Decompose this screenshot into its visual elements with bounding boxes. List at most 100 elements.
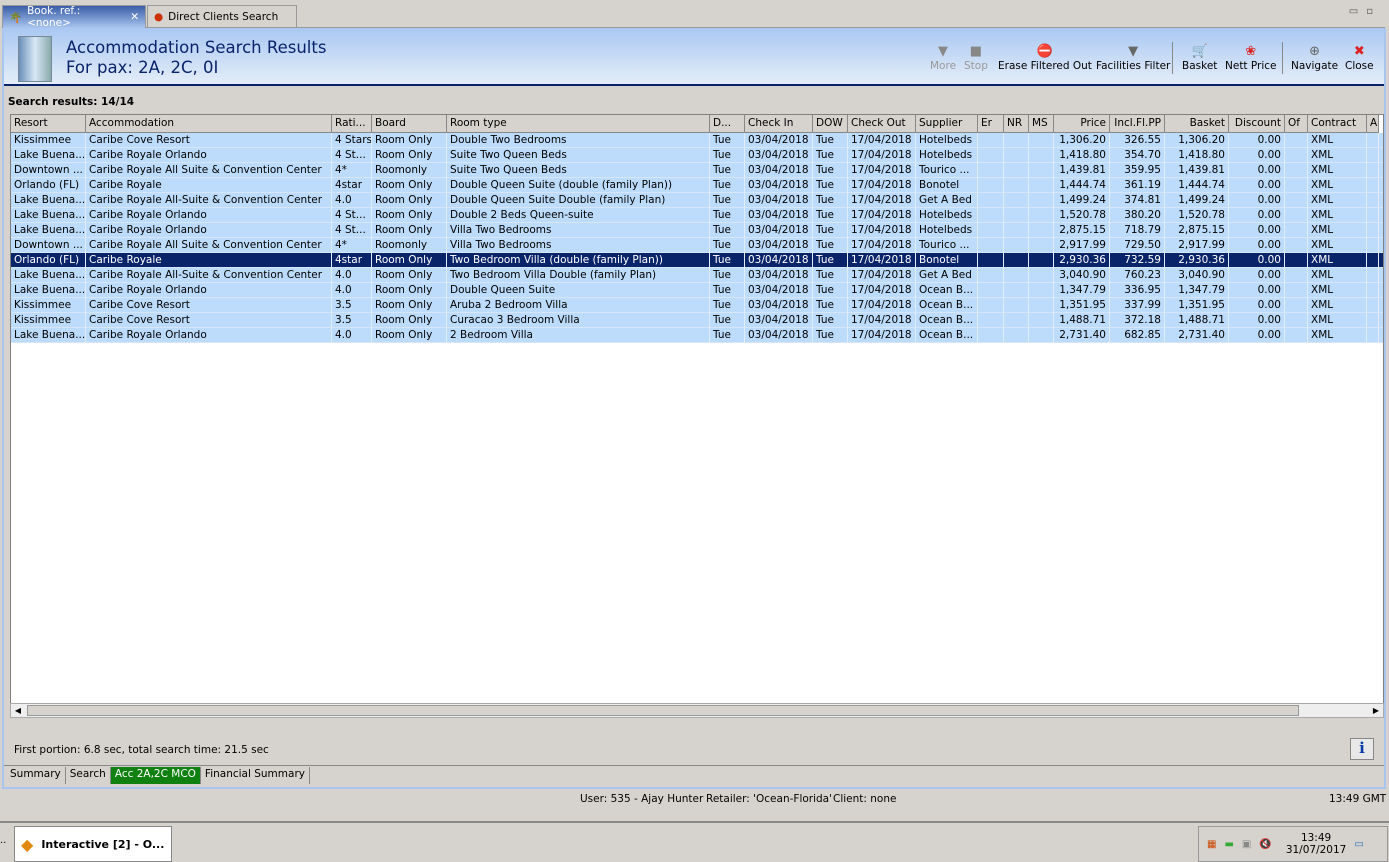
- cell-ms: [1029, 178, 1054, 193]
- cell-a: [1367, 133, 1379, 148]
- column-header-roomtype[interactable]: Room type: [447, 115, 710, 133]
- cell-a: [1367, 223, 1379, 238]
- column-header-checkout[interactable]: Check Out: [848, 115, 916, 133]
- column-header-checkin[interactable]: Check In: [745, 115, 813, 133]
- bottom-tab-financial-summary[interactable]: Financial Summary: [201, 767, 310, 784]
- show-desktop-icon[interactable]: ▭: [1354, 839, 1363, 850]
- column-header-dow[interactable]: DOW: [813, 115, 848, 133]
- cell-basket: 1,347.79: [1165, 283, 1229, 298]
- column-header-resort[interactable]: Resort: [11, 115, 86, 133]
- table-row[interactable]: Orlando (FL) Caribe Royale 4star Room Only T…: [11, 253, 1383, 268]
- table-row[interactable]: Lake Buena... Caribe Royale Orlando 4 St..…: [11, 223, 1383, 238]
- erase-filtered-out-button[interactable]: ⛔ Erase Filtered Out: [998, 44, 1092, 72]
- table-row[interactable]: Lake Buena... Caribe Royale All-Suite & C…: [11, 193, 1383, 208]
- bottom-tab-acc-2a-2c-mco[interactable]: Acc 2A,2C MCO: [110, 767, 201, 784]
- more-button[interactable]: ▼ More: [930, 44, 956, 72]
- column-header-er[interactable]: Er: [978, 115, 1004, 133]
- cell-contract: XML: [1308, 328, 1367, 343]
- cell-supplier: Ocean B...: [916, 298, 978, 313]
- column-header-contract[interactable]: Contract: [1308, 115, 1367, 133]
- cell-of: [1285, 133, 1308, 148]
- cell-price: 1,439.81: [1054, 163, 1110, 178]
- scroll-left-icon[interactable]: ◀: [11, 704, 25, 717]
- cell-basket: 2,875.15: [1165, 223, 1229, 238]
- pax-subtitle: For pax: 2A, 2C, 0I: [66, 58, 219, 77]
- cell-a: [1367, 238, 1379, 253]
- cell-supplier: Tourico ...: [916, 163, 978, 178]
- column-header-of[interactable]: Of: [1285, 115, 1308, 133]
- antivirus-icon[interactable]: ▦: [1207, 839, 1216, 850]
- cell-checkin: 03/04/2018: [745, 313, 813, 328]
- table-row[interactable]: Lake Buena... Caribe Royale Orlando 4.0 Roo…: [11, 328, 1383, 343]
- horizontal-scrollbar[interactable]: ◀ ▶: [10, 703, 1384, 718]
- cell-dow: Tue: [813, 283, 848, 298]
- cell-ms: [1029, 163, 1054, 178]
- column-header-board[interactable]: Board: [372, 115, 447, 133]
- info-button[interactable]: i: [1350, 738, 1374, 760]
- network-card-icon[interactable]: ▬: [1224, 839, 1233, 850]
- cell-dow: Tue: [813, 208, 848, 223]
- cell-accommodation: Caribe Royale: [86, 253, 332, 268]
- scroll-right-icon[interactable]: ▶: [1369, 704, 1383, 717]
- network-icon[interactable]: ▣: [1242, 839, 1251, 850]
- table-row[interactable]: Lake Buena... Caribe Royale Orlando 4.0 Roo…: [11, 283, 1383, 298]
- nett-price-button[interactable]: ❀ Nett Price: [1225, 44, 1277, 72]
- cell-resort: Lake Buena...: [11, 223, 86, 238]
- scroll-thumb[interactable]: [27, 705, 1299, 716]
- column-header-ms[interactable]: MS: [1029, 115, 1054, 133]
- cell-er: [978, 328, 1004, 343]
- close-tab-icon[interactable]: ✕: [130, 11, 139, 23]
- column-header-inclflpp[interactable]: Incl.Fl.PP: [1110, 115, 1165, 133]
- table-row[interactable]: Kissimmee Caribe Cove Resort 4 Stars Room O…: [11, 133, 1383, 148]
- cell-d: Tue: [710, 178, 745, 193]
- column-header-accommodation[interactable]: Accommodation: [86, 115, 332, 133]
- cell-ms: [1029, 193, 1054, 208]
- stop-button[interactable]: ■ Stop: [964, 44, 988, 72]
- volume-muted-icon[interactable]: 🔇: [1259, 839, 1271, 850]
- navigate-button[interactable]: ⊕ Navigate: [1291, 44, 1338, 72]
- column-header-a[interactable]: A: [1367, 115, 1379, 133]
- cell-er: [978, 283, 1004, 298]
- bottom-tab-search[interactable]: Search: [66, 767, 111, 784]
- table-row[interactable]: Lake Buena... Caribe Royale Orlando 4 St..…: [11, 208, 1383, 223]
- cell-contract: XML: [1308, 313, 1367, 328]
- table-row[interactable]: Downtown ... Caribe Royale All Suite & Co…: [11, 163, 1383, 178]
- table-row[interactable]: Lake Buena... Caribe Royale Orlando 4 St..…: [11, 148, 1383, 163]
- cell-contract: XML: [1308, 298, 1367, 313]
- tab-direct-clients-search[interactable]: ● Direct Clients Search: [147, 5, 297, 28]
- cell-er: [978, 193, 1004, 208]
- cell-basket: 2,731.40: [1165, 328, 1229, 343]
- close-button[interactable]: ✖ Close: [1345, 44, 1374, 72]
- column-header-nr[interactable]: NR: [1004, 115, 1029, 133]
- table-row[interactable]: Downtown ... Caribe Royale All Suite & Co…: [11, 238, 1383, 253]
- cell-checkout: 17/04/2018: [848, 298, 916, 313]
- taskbar-overflow[interactable]: ..: [0, 835, 6, 846]
- clock[interactable]: 13:49 31/07/2017: [1286, 832, 1347, 856]
- results-table[interactable]: Resort Accommodation Rati... Board Room type…: [10, 114, 1384, 717]
- basket-button[interactable]: 🛒 Basket: [1182, 44, 1217, 72]
- table-row[interactable]: Lake Buena... Caribe Royale All-Suite & C…: [11, 268, 1383, 283]
- column-header-discount[interactable]: Discount: [1229, 115, 1285, 133]
- column-header-price[interactable]: Price: [1054, 115, 1110, 133]
- column-header-rati[interactable]: Rati...: [332, 115, 372, 133]
- cell-ms: [1029, 328, 1054, 343]
- column-header-d[interactable]: D...: [710, 115, 745, 133]
- cell-roomtype: Curacao 3 Bedroom Villa: [447, 313, 710, 328]
- facilities-filter-button[interactable]: ▼ Facilities Filter: [1096, 44, 1170, 72]
- cell-inclflpp: 354.70: [1110, 148, 1165, 163]
- window-controls[interactable]: ▭▫: [1349, 6, 1381, 17]
- column-header-basket[interactable]: Basket: [1165, 115, 1229, 133]
- tab-booking[interactable]: 🌴 Book. ref.: <none> ✕: [2, 5, 146, 29]
- cell-rati: 4 St...: [332, 148, 372, 163]
- cell-dow: Tue: [813, 328, 848, 343]
- column-header-supplier[interactable]: Supplier: [916, 115, 978, 133]
- cell-nr: [1004, 268, 1029, 283]
- cell-rati: 3.5: [332, 313, 372, 328]
- taskbar-app-button[interactable]: ◆ Interactive [2] - O...: [14, 826, 172, 862]
- table-row[interactable]: Orlando (FL) Caribe Royale 4star Room Only D…: [11, 178, 1383, 193]
- cell-inclflpp: 729.50: [1110, 238, 1165, 253]
- table-row[interactable]: Kissimmee Caribe Cove Resort 3.5 Room Only A…: [11, 298, 1383, 313]
- table-row[interactable]: Kissimmee Caribe Cove Resort 3.5 Room Only C…: [11, 313, 1383, 328]
- cell-checkin: 03/04/2018: [745, 238, 813, 253]
- bottom-tab-summary[interactable]: Summary: [6, 767, 66, 784]
